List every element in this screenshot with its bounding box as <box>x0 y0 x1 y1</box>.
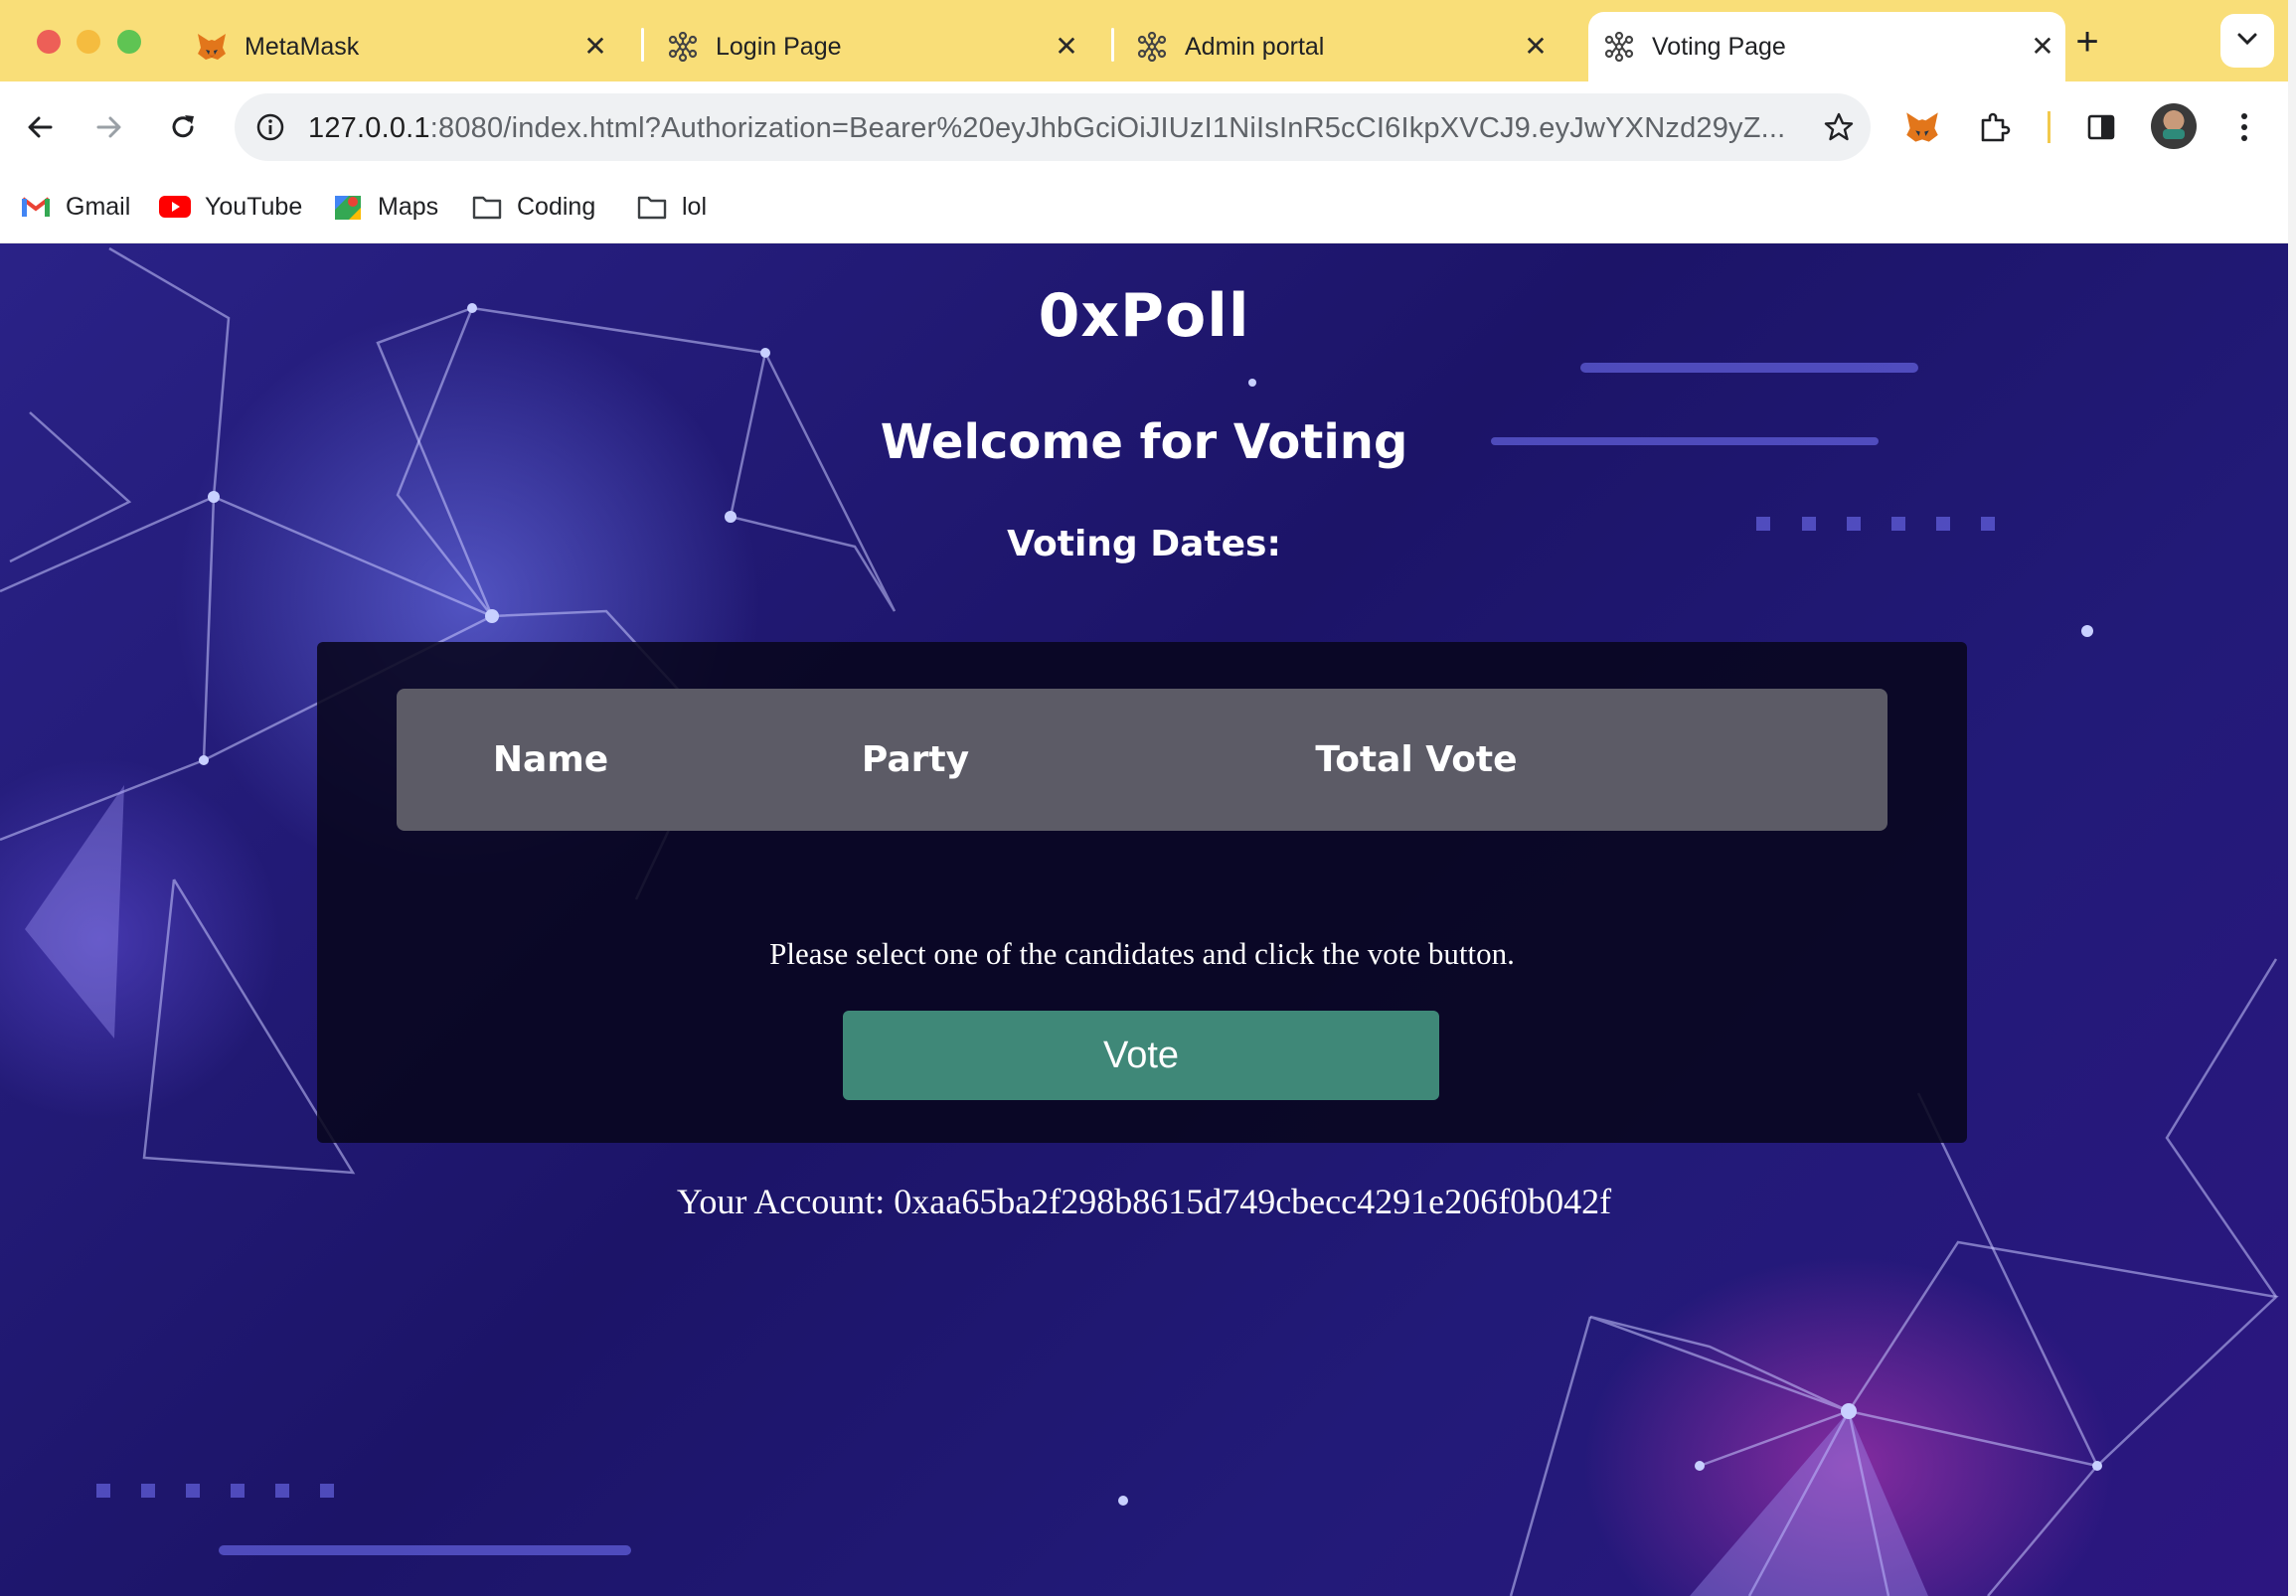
tab-title: MetaMask <box>245 32 360 61</box>
candidates-table-header: Name Party Total Vote <box>397 689 1887 831</box>
column-header-total-vote: Total Vote <box>1315 739 1518 780</box>
tab-voting-page[interactable]: Voting Page ✕ <box>1588 12 2065 81</box>
forward-arrow-icon <box>96 116 121 138</box>
bookmark-folder-lol[interactable]: lol <box>636 187 707 227</box>
vote-instruction: Please select one of the candidates and … <box>769 936 1515 971</box>
gmail-icon <box>20 191 52 223</box>
candidates-panel: Name Party Total Vote Please select one … <box>317 642 1967 1143</box>
voting-page: 0xPoll Welcome for Voting Voting Dates: … <box>0 243 2288 1596</box>
reload-icon <box>172 115 194 138</box>
url-rest: :8080/index.html?Authorization=Bearer%20… <box>429 112 1786 144</box>
app-title: 0xPoll <box>1038 281 1250 351</box>
tab-metamask[interactable]: MetaMask ✕ <box>159 12 636 81</box>
side-panel-icon[interactable] <box>2079 105 2123 149</box>
network-nodes-icon <box>1135 30 1169 64</box>
close-tab-icon[interactable]: ✕ <box>578 30 612 64</box>
network-nodes-icon <box>1602 30 1636 64</box>
bookmarks-bar: Gmail YouTube Maps Coding lol <box>0 173 2288 243</box>
welcome-heading: Welcome for Voting <box>880 414 1408 470</box>
forward-button[interactable] <box>87 105 131 149</box>
bookmark-youtube[interactable]: YouTube <box>159 187 302 227</box>
bookmark-label: lol <box>682 192 708 221</box>
url-text[interactable]: 127.0.0.1:8080/index.html?Authorization=… <box>308 110 1789 146</box>
url-host: 127.0.0.1 <box>308 112 430 144</box>
reload-button[interactable] <box>161 105 205 149</box>
bookmark-label: Maps <box>378 192 439 221</box>
folder-icon <box>636 191 668 223</box>
close-tab-icon[interactable]: ✕ <box>1519 30 1553 64</box>
bookmark-label: Gmail <box>66 192 131 221</box>
tab-search-button[interactable] <box>2220 14 2274 68</box>
maps-icon <box>332 191 364 223</box>
window-edge <box>2288 0 2296 1596</box>
tab-admin-portal[interactable]: Admin portal ✕ <box>1099 12 1576 81</box>
voting-dates-label: Voting Dates: <box>1007 524 1281 564</box>
more-menu-icon[interactable] <box>2222 105 2266 149</box>
address-bar[interactable]: 127.0.0.1:8080/index.html?Authorization=… <box>235 93 1871 161</box>
close-window-button[interactable] <box>37 30 61 54</box>
maximize-window-button[interactable] <box>117 30 141 54</box>
close-tab-icon[interactable]: ✕ <box>1050 30 1083 64</box>
bookmark-gmail[interactable]: Gmail <box>20 187 130 227</box>
network-nodes-icon <box>666 30 700 64</box>
tab-title: Voting Page <box>1652 32 1786 61</box>
chevron-down-icon <box>2236 32 2258 51</box>
bookmark-label: YouTube <box>205 192 303 221</box>
toolbar-divider <box>2048 111 2050 143</box>
extensions-puzzle-icon[interactable] <box>1972 105 2016 149</box>
youtube-icon <box>159 191 191 223</box>
folder-icon <box>471 191 503 223</box>
bookmark-label: Coding <box>517 192 596 221</box>
column-header-party: Party <box>861 739 970 780</box>
bookmark-folder-coding[interactable]: Coding <box>471 187 595 227</box>
tab-strip: MetaMask ✕ Login Page ✕ Admin portal ✕ V… <box>0 0 2296 81</box>
minimize-window-button[interactable] <box>77 30 100 54</box>
bookmark-star-icon[interactable] <box>1819 107 1859 147</box>
new-tab-button[interactable]: + <box>2067 20 2107 64</box>
tab-title: Login Page <box>716 32 842 61</box>
account-address: Your Account: 0xaa65ba2f298b8615d749cbec… <box>676 1182 1612 1221</box>
tab-login-page[interactable]: Login Page ✕ <box>630 12 1107 81</box>
browser-toolbar: 127.0.0.1:8080/index.html?Authorization=… <box>0 81 2288 173</box>
column-header-name: Name <box>492 739 609 780</box>
close-tab-icon[interactable]: ✕ <box>2026 30 2059 64</box>
back-button[interactable] <box>18 105 62 149</box>
site-info-icon[interactable] <box>250 107 290 147</box>
tab-title: Admin portal <box>1185 32 1325 61</box>
vote-button[interactable]: Vote <box>843 1011 1439 1100</box>
profile-avatar[interactable] <box>2151 103 2197 149</box>
metamask-extension-icon[interactable] <box>1900 105 1944 149</box>
bookmark-maps[interactable]: Maps <box>332 187 438 227</box>
back-arrow-icon <box>28 116 53 138</box>
metamask-fox-icon <box>195 30 229 64</box>
